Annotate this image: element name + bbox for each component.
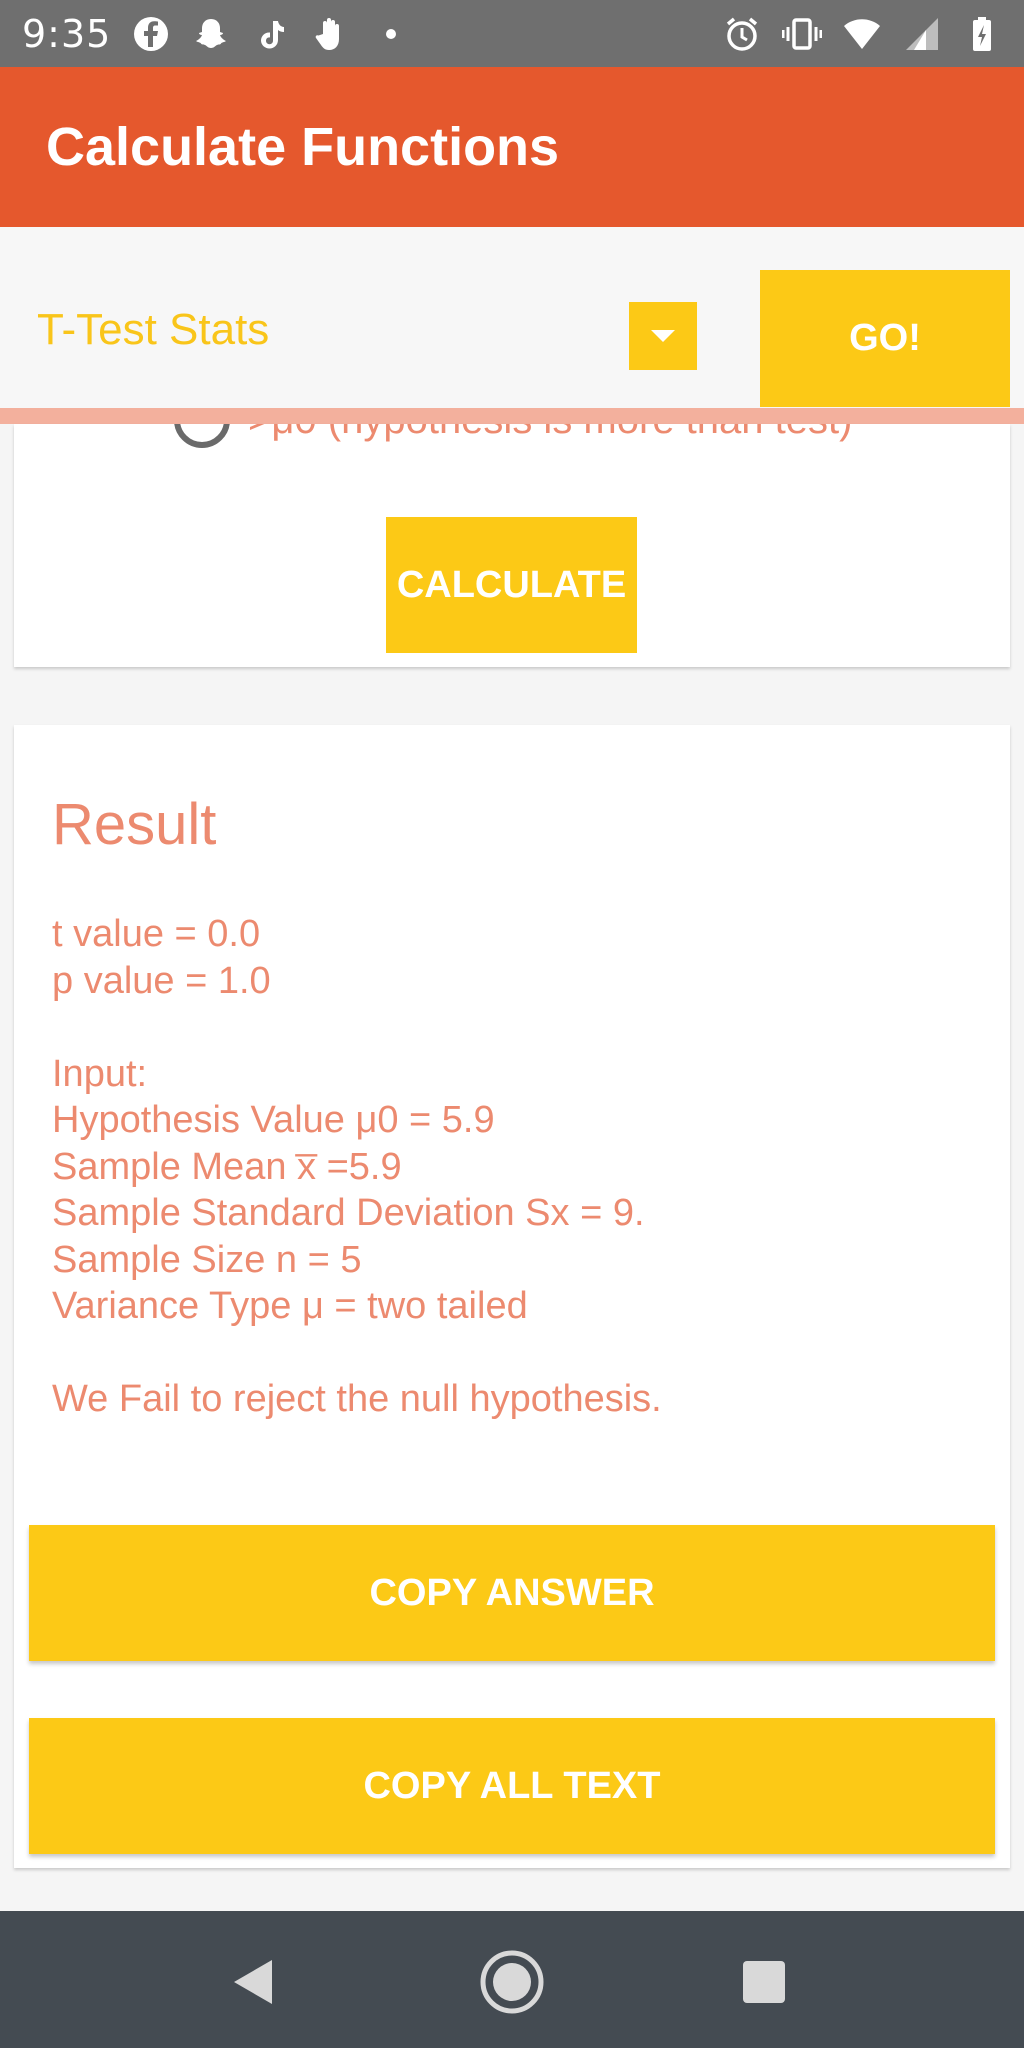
home-icon[interactable] bbox=[477, 1947, 547, 2017]
selector-divider bbox=[0, 408, 1024, 424]
result-card: Result t value = 0.0 p value = 1.0 Input… bbox=[14, 725, 1010, 1868]
tiktok-icon bbox=[251, 14, 291, 54]
copy-answer-button[interactable]: COPY ANSWER bbox=[29, 1525, 995, 1661]
radio-label: >μ0 (hypothesis is more than test) bbox=[248, 424, 852, 443]
result-line: t value = 0.0 bbox=[52, 913, 261, 955]
input-card: >μ0 (hypothesis is more than test) CALCU… bbox=[14, 424, 1010, 667]
result-line: We Fail to reject the null hypothesis. bbox=[52, 1378, 662, 1420]
app-toolbar: Calculate Functions bbox=[0, 67, 1024, 227]
result-line bbox=[52, 1004, 972, 1051]
toolbar-title: Calculate Functions bbox=[46, 117, 560, 177]
go-button[interactable]: GO! bbox=[760, 270, 1010, 407]
recents-icon[interactable] bbox=[729, 1947, 799, 2017]
snapchat-icon bbox=[191, 14, 231, 54]
spinner-selected-value: T-Test Stats bbox=[37, 305, 270, 354]
back-icon[interactable] bbox=[220, 1947, 290, 2017]
result-line: Variance Type μ = two tailed bbox=[52, 1285, 528, 1327]
radio-button[interactable] bbox=[174, 424, 230, 448]
calculate-button[interactable]: CALCULATE bbox=[386, 517, 637, 653]
result-line: Sample Size n = 5 bbox=[52, 1238, 362, 1281]
status-left: 9:35 bbox=[22, 12, 411, 56]
result-line: Input: bbox=[52, 1052, 148, 1095]
result-line: Hypothesis Value μ0 = 5.9 bbox=[52, 1099, 495, 1141]
result-line: Sample Mean x̅ =5.9 bbox=[52, 1145, 402, 1188]
vibrate-icon bbox=[782, 14, 822, 54]
battery-icon bbox=[962, 14, 1002, 54]
alarm-icon bbox=[722, 14, 762, 54]
radio-option-greater[interactable]: >μ0 (hypothesis is more than test) bbox=[174, 424, 852, 460]
dropdown-arrow-icon[interactable] bbox=[629, 302, 697, 370]
signal-icon bbox=[902, 14, 942, 54]
wifi-icon bbox=[842, 14, 882, 54]
navigation-bar bbox=[0, 1911, 1024, 2048]
result-line: Sample Standard Deviation Sx = 9. bbox=[52, 1192, 645, 1234]
dot-icon bbox=[371, 14, 411, 54]
result-title: Result bbox=[52, 792, 217, 857]
facebook-icon bbox=[131, 14, 171, 54]
copy-all-text-button[interactable]: COPY ALL TEXT bbox=[29, 1718, 995, 1854]
status-bar: 9:35 bbox=[0, 0, 1024, 67]
result-line bbox=[52, 1330, 972, 1377]
status-right bbox=[722, 14, 1002, 54]
function-spinner[interactable]: T-Test Stats bbox=[0, 227, 740, 415]
result-text: t value = 0.0 p value = 1.0 Input: Hypot… bbox=[52, 911, 972, 1423]
hand-icon bbox=[311, 14, 351, 54]
status-time: 9:35 bbox=[22, 11, 112, 56]
result-line: p value = 1.0 bbox=[52, 959, 271, 1002]
function-selector-row: T-Test Stats GO! bbox=[0, 227, 1024, 415]
